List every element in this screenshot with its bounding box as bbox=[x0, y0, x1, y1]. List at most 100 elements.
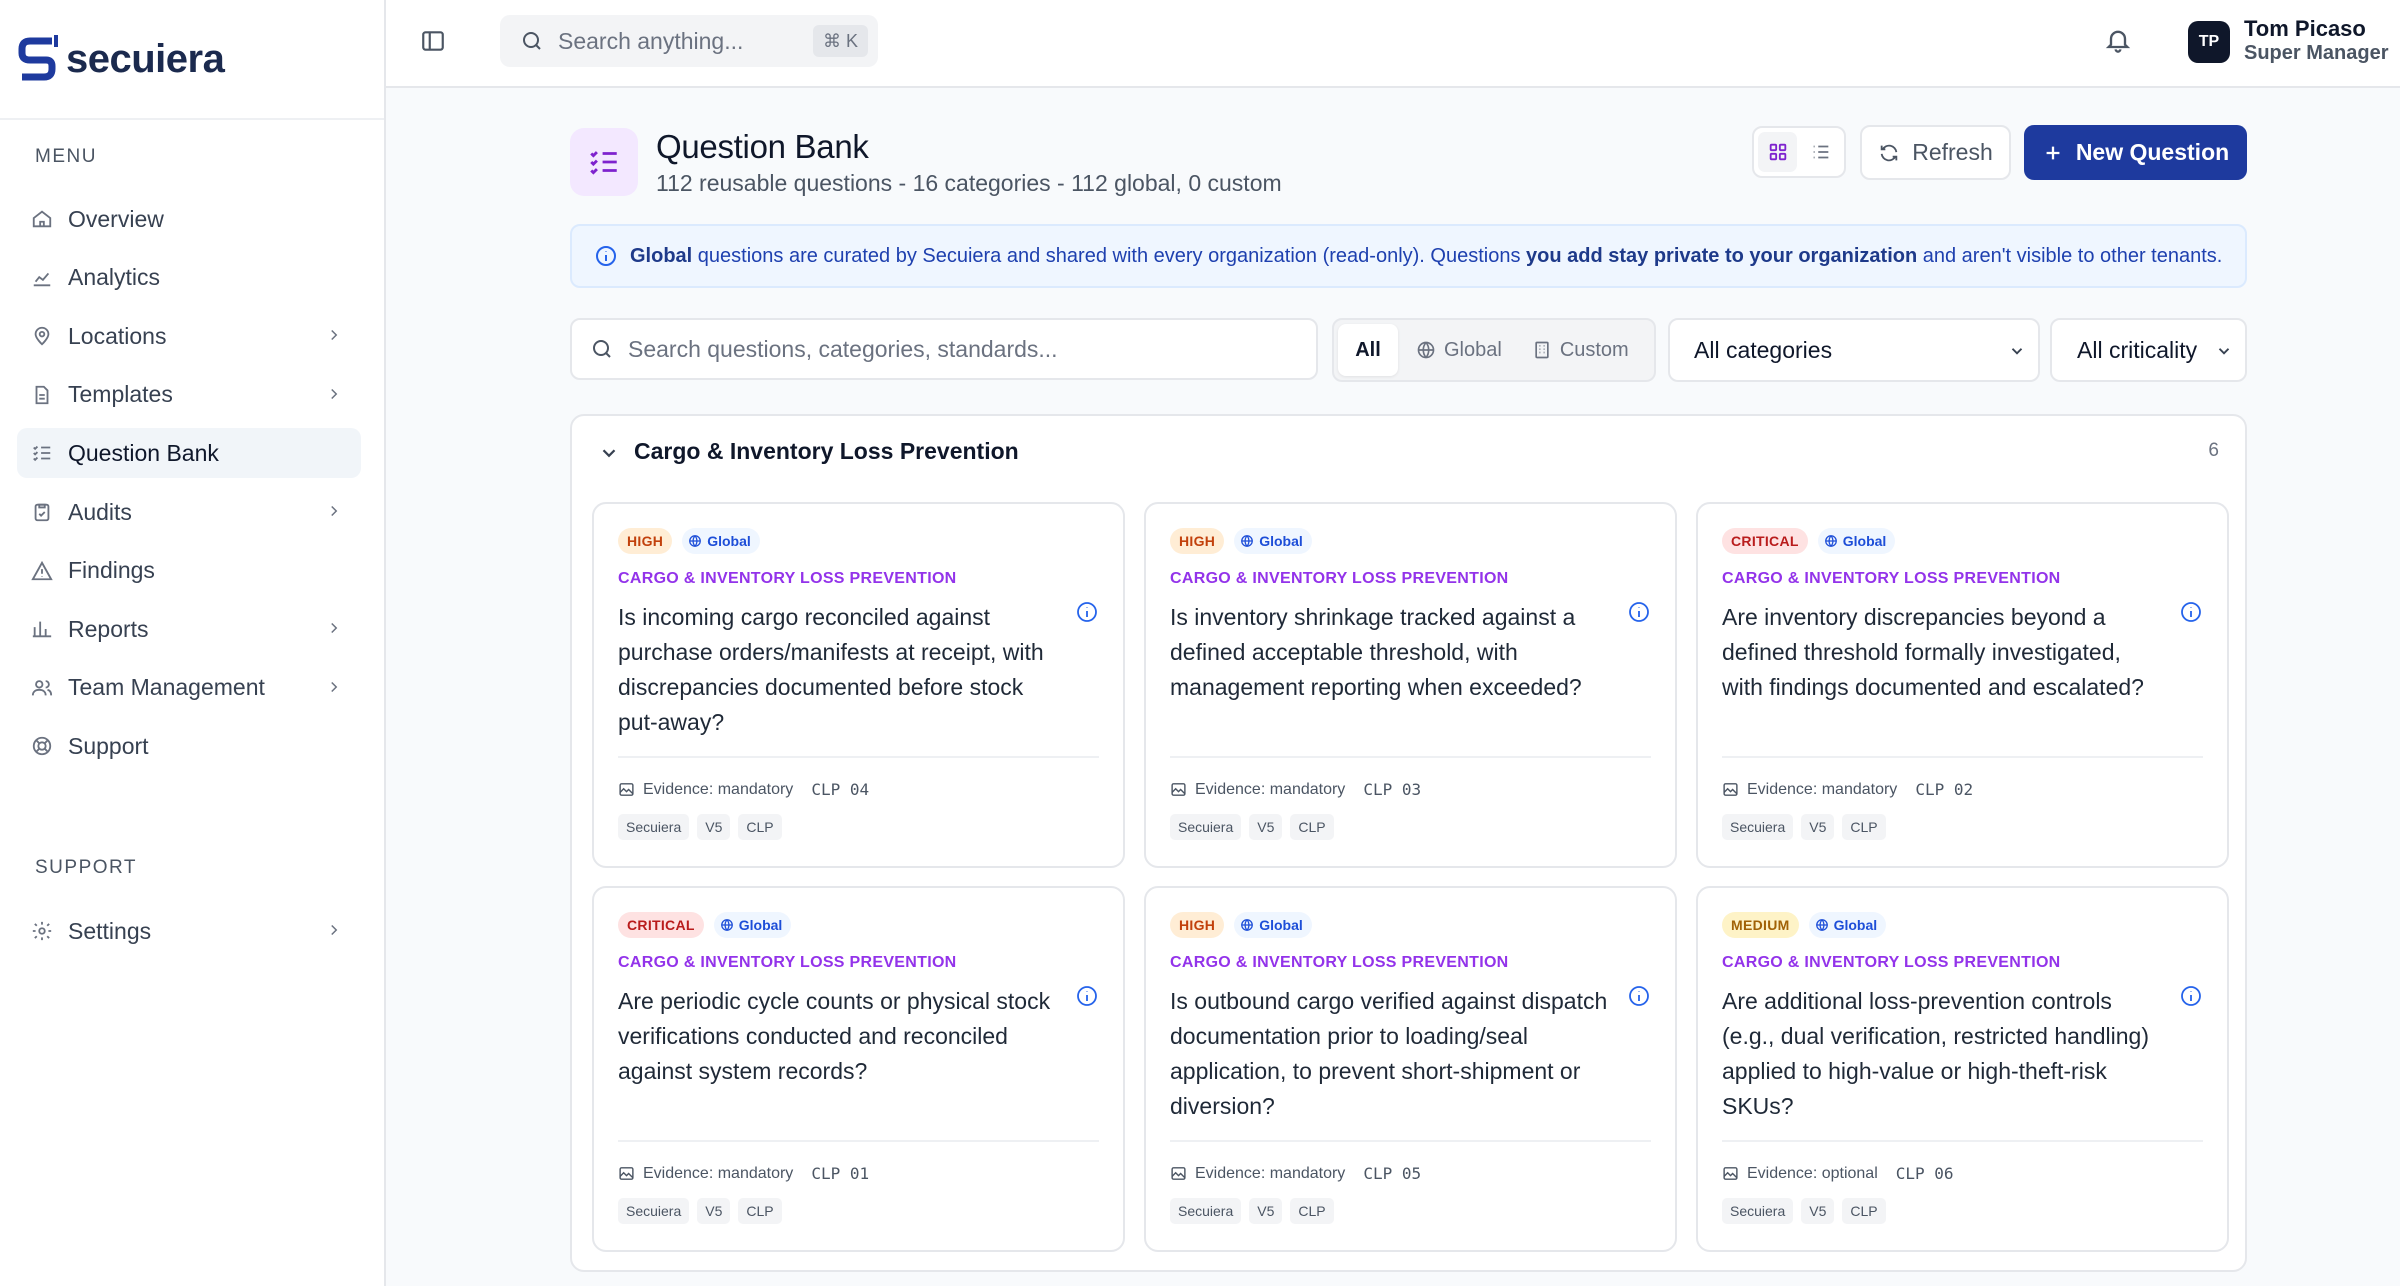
avatar[interactable]: TP bbox=[2188, 21, 2230, 63]
scope-all-button[interactable]: All bbox=[1338, 324, 1398, 376]
question-card[interactable]: CRITICAL Global CARGO & INVENTORY LOSS P… bbox=[592, 886, 1125, 1252]
sidebar-item-reports[interactable]: Reports bbox=[17, 604, 361, 654]
sidebar-item-locations[interactable]: Locations bbox=[17, 311, 361, 361]
user-name[interactable]: Tom Picaso bbox=[2244, 16, 2366, 42]
info-icon[interactable] bbox=[2179, 600, 2203, 624]
new-question-button[interactable]: New Question bbox=[2024, 125, 2247, 180]
question-card[interactable]: HIGH Global CARGO & INVENTORY LOSS PREVE… bbox=[592, 502, 1125, 868]
category-title[interactable]: Cargo & Inventory Loss Prevention bbox=[634, 438, 1019, 465]
question-code: CLP 05 bbox=[1363, 1164, 1422, 1183]
scope-badge: Global bbox=[1234, 912, 1312, 938]
tag-list: Secuiera V5 CLP bbox=[1722, 814, 1886, 840]
list-icon bbox=[1813, 145, 1828, 159]
info-icon[interactable] bbox=[1627, 600, 1651, 624]
globe-icon bbox=[1824, 535, 1837, 547]
scope-badge: Global bbox=[1234, 528, 1312, 554]
tag: V5 bbox=[697, 1198, 731, 1224]
card-category: CARGO & INVENTORY LOSS PREVENTION bbox=[1722, 954, 2061, 971]
sidebar-item-question-bank[interactable]: Question Bank bbox=[17, 428, 361, 479]
grid-view-button[interactable] bbox=[1758, 132, 1797, 172]
criticality-badge: HIGH bbox=[1170, 528, 1225, 554]
scope-badge-label: Global bbox=[1833, 917, 1878, 933]
chevron-down-icon bbox=[2218, 348, 2230, 355]
scope-badge-label: Global bbox=[1259, 917, 1303, 933]
criticality-badge: HIGH bbox=[618, 528, 673, 554]
criticality-select-value: All criticality bbox=[2077, 336, 2198, 363]
card-category: CARGO & INVENTORY LOSS PREVENTION bbox=[618, 954, 957, 971]
scope-global-button[interactable]: Global bbox=[1404, 324, 1514, 376]
tag: CLP bbox=[1842, 1198, 1886, 1224]
sidebar: secuiera MENU Overview Analytics Locations… bbox=[0, 0, 386, 1286]
tag-list: Secuiera V5 CLP bbox=[618, 1198, 782, 1224]
search-icon bbox=[593, 340, 611, 358]
sidebar-item-label: Templates bbox=[68, 381, 173, 408]
info-icon[interactable] bbox=[1627, 984, 1651, 1008]
globe-icon bbox=[1241, 919, 1254, 931]
criticality-badge: MEDIUM bbox=[1722, 912, 1799, 938]
sidebar-item-analytics[interactable]: Analytics bbox=[17, 253, 361, 303]
sidebar-toggle-icon[interactable] bbox=[420, 28, 446, 54]
chevron-down-icon[interactable] bbox=[598, 442, 620, 464]
globe-icon bbox=[689, 535, 702, 547]
evidence-row: Evidence: mandatory CLP 01 bbox=[618, 1164, 869, 1183]
tag: V5 bbox=[1249, 1198, 1283, 1224]
map-pin-icon bbox=[30, 324, 54, 348]
question-search-input[interactable]: Search questions, categories, standards.… bbox=[570, 318, 1318, 380]
evidence-row: Evidence: mandatory CLP 04 bbox=[618, 780, 869, 799]
global-search[interactable]: Search anything... ⌘ K bbox=[500, 15, 878, 67]
sidebar-item-audits[interactable]: Audits bbox=[17, 487, 361, 537]
scope-custom-button[interactable]: Custom bbox=[1520, 324, 1641, 376]
view-toggle bbox=[1752, 126, 1846, 178]
refresh-icon bbox=[1880, 144, 1898, 161]
logo[interactable]: secuiera bbox=[0, 0, 384, 120]
criticality-select[interactable]: All criticality bbox=[2050, 318, 2247, 382]
file-icon bbox=[30, 383, 54, 407]
question-card[interactable]: HIGH Global CARGO & INVENTORY LOSS PREVE… bbox=[1144, 502, 1677, 868]
question-search-placeholder: Search questions, categories, standards.… bbox=[628, 335, 1058, 362]
bar-chart-icon bbox=[30, 617, 54, 641]
card-category: CARGO & INVENTORY LOSS PREVENTION bbox=[1170, 570, 1509, 587]
question-code: CLP 02 bbox=[1915, 780, 1974, 799]
refresh-button[interactable]: Refresh bbox=[1860, 125, 2011, 180]
question-card[interactable]: MEDIUM Global CARGO & INVENTORY LOSS PRE… bbox=[1696, 886, 2229, 1252]
card-category: CARGO & INVENTORY LOSS PREVENTION bbox=[1722, 570, 2061, 587]
criticality-badge: CRITICAL bbox=[618, 912, 704, 938]
info-icon[interactable] bbox=[1075, 984, 1099, 1008]
category-count: 6 bbox=[2208, 440, 2219, 461]
home-icon bbox=[30, 207, 54, 231]
image-icon bbox=[619, 783, 634, 796]
category-select[interactable]: All categories bbox=[1668, 318, 2040, 382]
criticality-badge: HIGH bbox=[1170, 912, 1225, 938]
scope-filter: All Global Custom bbox=[1332, 318, 1656, 382]
info-banner: Global questions are curated by Secuiera… bbox=[570, 224, 2247, 288]
plus-icon bbox=[2046, 146, 2060, 159]
sidebar-item-settings[interactable]: Settings bbox=[17, 906, 361, 956]
support-section-label: SUPPORT bbox=[35, 857, 138, 878]
users-icon bbox=[30, 676, 54, 700]
tag: Secuiera bbox=[1722, 814, 1794, 840]
bell-icon[interactable] bbox=[2104, 26, 2132, 54]
info-icon[interactable] bbox=[1075, 600, 1099, 624]
card-divider bbox=[618, 756, 1099, 758]
question-text: Are additional loss-prevention controls … bbox=[1722, 988, 2149, 1119]
sidebar-item-team-management[interactable]: Team Management bbox=[17, 663, 361, 713]
tag: Secuiera bbox=[618, 1198, 690, 1224]
tag: CLP bbox=[1842, 814, 1886, 840]
card-category: CARGO & INVENTORY LOSS PREVENTION bbox=[618, 570, 957, 587]
new-question-label: New Question bbox=[2075, 139, 2230, 165]
chevron-right-icon bbox=[331, 681, 338, 692]
chart-icon bbox=[30, 266, 54, 290]
question-card[interactable]: HIGH Global CARGO & INVENTORY LOSS PREVE… bbox=[1144, 886, 1677, 1252]
list-view-button[interactable] bbox=[1801, 132, 1840, 172]
tag-list: Secuiera V5 CLP bbox=[1170, 814, 1334, 840]
sidebar-item-overview[interactable]: Overview bbox=[17, 194, 361, 244]
sidebar-item-support[interactable]: Support bbox=[17, 721, 361, 771]
sidebar-item-findings[interactable]: Findings bbox=[17, 546, 361, 596]
image-icon bbox=[1171, 1167, 1186, 1180]
evidence-text: Evidence: mandatory bbox=[1195, 780, 1346, 798]
sidebar-item-templates[interactable]: Templates bbox=[17, 370, 361, 420]
image-icon bbox=[1171, 783, 1186, 796]
question-card[interactable]: CRITICAL Global CARGO & INVENTORY LOSS P… bbox=[1696, 502, 2229, 868]
tag: V5 bbox=[1801, 814, 1835, 840]
info-icon[interactable] bbox=[2179, 984, 2203, 1008]
